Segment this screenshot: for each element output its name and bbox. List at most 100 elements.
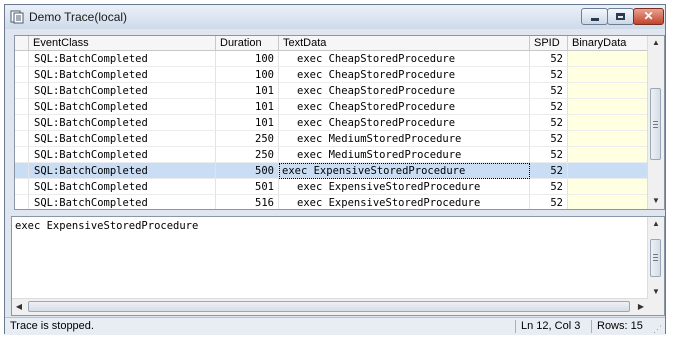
column-header-binarydata[interactable]: BinaryData [568, 36, 649, 50]
eventclass-cell: SQL:BatchCompleted [29, 67, 216, 83]
textdata-detail-pane[interactable]: exec ExpensiveStoredProcedure ▲ ▼ ◀ ▶ [11, 216, 665, 316]
table-row[interactable]: SQL:BatchCompleted 100 exec CheapStoredP… [15, 67, 649, 83]
detail-vertical-scrollbar[interactable]: ▲ ▼ [647, 217, 664, 299]
duration-cell: 250 [216, 147, 279, 163]
duration-cell: 101 [216, 83, 279, 99]
textdata-cell: exec CheapStoredProcedure [279, 83, 530, 99]
spid-cell: 52 [530, 163, 568, 179]
detail-hscroll-thumb[interactable] [28, 301, 630, 312]
status-separator [515, 320, 516, 333]
eventclass-cell: SQL:BatchCompleted [29, 51, 216, 67]
grid-scroll-thumb[interactable] [650, 88, 661, 160]
eventclass-cell: SQL:BatchCompleted [29, 99, 216, 115]
spid-cell: 52 [530, 195, 568, 209]
scroll-up-arrow-icon[interactable]: ▲ [648, 36, 664, 50]
column-header-textdata[interactable]: TextData [279, 36, 530, 50]
grip-line [653, 124, 658, 125]
row-indicator [15, 83, 29, 99]
duration-cell: 516 [216, 195, 279, 209]
duration-cell: 101 [216, 99, 279, 115]
eventclass-cell: SQL:BatchCompleted [29, 115, 216, 131]
scroll-right-arrow-icon[interactable]: ▶ [634, 299, 648, 315]
textdata-cell: exec CheapStoredProcedure [279, 51, 530, 67]
spid-cell: 52 [530, 147, 568, 163]
row-indicator [15, 131, 29, 147]
table-row[interactable]: SQL:BatchCompleted 250 exec MediumStored… [15, 147, 649, 163]
binarydata-cell [568, 99, 649, 115]
binarydata-cell [568, 163, 649, 179]
detail-vscroll-thumb[interactable] [650, 239, 661, 277]
eventclass-cell: SQL:BatchCompleted [29, 83, 216, 99]
duration-cell: 250 [216, 131, 279, 147]
trace-events-grid[interactable]: EventClass Duration TextData SPID Binary… [14, 35, 665, 210]
eventclass-cell: SQL:BatchCompleted [29, 195, 216, 209]
spid-cell: 52 [530, 179, 568, 195]
maximize-button[interactable] [607, 8, 634, 25]
textdata-cell: exec CheapStoredProcedure [279, 115, 530, 131]
binarydata-cell [568, 147, 649, 163]
binarydata-cell [568, 51, 649, 67]
binarydata-cell [568, 179, 649, 195]
binarydata-cell [568, 195, 649, 209]
trace-window: Demo Trace(local) ✕ EventClass Duration … [4, 4, 666, 335]
binarydata-cell [568, 115, 649, 131]
column-header-duration[interactable]: Duration [216, 36, 279, 50]
textdata-cell: exec ExpensiveStoredProcedure [279, 179, 530, 195]
title-bar[interactable]: Demo Trace(local) ✕ [5, 5, 665, 29]
textdata-cell: exec CheapStoredProcedure [279, 67, 530, 83]
status-separator [591, 320, 592, 333]
scrollbar-corner [648, 299, 664, 315]
column-header-spid[interactable]: SPID [530, 36, 568, 50]
trace-app-icon [10, 10, 24, 24]
table-row[interactable]: SQL:BatchCompleted 516 exec ExpensiveSto… [15, 195, 649, 209]
table-row[interactable]: SQL:BatchCompleted 101 exec CheapStoredP… [15, 99, 649, 115]
duration-cell: 500 [216, 163, 279, 179]
textdata-cell-focused[interactable]: exec ExpensiveStoredProcedure [279, 163, 530, 179]
scroll-left-arrow-icon[interactable]: ◀ [12, 299, 26, 315]
resize-grip-icon[interactable]: ⋰ [653, 324, 663, 334]
maximize-icon [616, 13, 625, 20]
row-indicator [15, 147, 29, 163]
scroll-down-arrow-icon[interactable]: ▼ [648, 285, 664, 299]
cursor-position: Ln 12, Col 3 [521, 320, 581, 332]
spid-cell: 52 [530, 131, 568, 147]
grip-line [653, 121, 658, 122]
scroll-down-arrow-icon[interactable]: ▼ [648, 194, 664, 208]
eventclass-cell: SQL:BatchCompleted [29, 131, 216, 147]
spid-cell: 52 [530, 83, 568, 99]
binarydata-cell [568, 67, 649, 83]
eventclass-cell: SQL:BatchCompleted [29, 179, 216, 195]
row-indicator [15, 163, 29, 179]
detail-text[interactable]: exec ExpensiveStoredProcedure [15, 220, 198, 232]
duration-cell: 100 [216, 51, 279, 67]
scroll-up-arrow-icon[interactable]: ▲ [648, 217, 664, 231]
textdata-cell: exec MediumStoredProcedure [279, 131, 530, 147]
table-row[interactable]: SQL:BatchCompleted 501 exec ExpensiveSto… [15, 179, 649, 195]
minimize-button[interactable] [581, 8, 608, 25]
spid-cell: 52 [530, 99, 568, 115]
row-indicator [15, 51, 29, 67]
status-message: Trace is stopped. [10, 320, 94, 332]
table-row[interactable]: SQL:BatchCompleted 101 exec CheapStoredP… [15, 115, 649, 131]
grid-vertical-scrollbar[interactable]: ▲ ▼ [647, 36, 664, 209]
eventclass-cell: SQL:BatchCompleted [29, 163, 216, 179]
spid-cell: 52 [530, 51, 568, 67]
window-title: Demo Trace(local) [29, 10, 128, 24]
close-button[interactable]: ✕ [633, 8, 664, 25]
spid-cell: 52 [530, 115, 568, 131]
table-row-selected[interactable]: SQL:BatchCompleted 500 exec ExpensiveSto… [15, 163, 649, 179]
table-row[interactable]: SQL:BatchCompleted 100 exec CheapStoredP… [15, 51, 649, 67]
table-row[interactable]: SQL:BatchCompleted 250 exec MediumStored… [15, 131, 649, 147]
duration-cell: 501 [216, 179, 279, 195]
row-indicator [15, 67, 29, 83]
binarydata-cell [568, 131, 649, 147]
detail-horizontal-scrollbar[interactable]: ◀ ▶ [12, 298, 648, 315]
grid-header: EventClass Duration TextData SPID Binary… [15, 36, 649, 51]
row-indicator [15, 115, 29, 131]
eventclass-cell: SQL:BatchCompleted [29, 147, 216, 163]
row-indicator [15, 99, 29, 115]
table-row[interactable]: SQL:BatchCompleted 101 exec CheapStoredP… [15, 83, 649, 99]
duration-cell: 101 [216, 115, 279, 131]
column-header-eventclass[interactable]: EventClass [29, 36, 216, 50]
textdata-cell: exec MediumStoredProcedure [279, 147, 530, 163]
